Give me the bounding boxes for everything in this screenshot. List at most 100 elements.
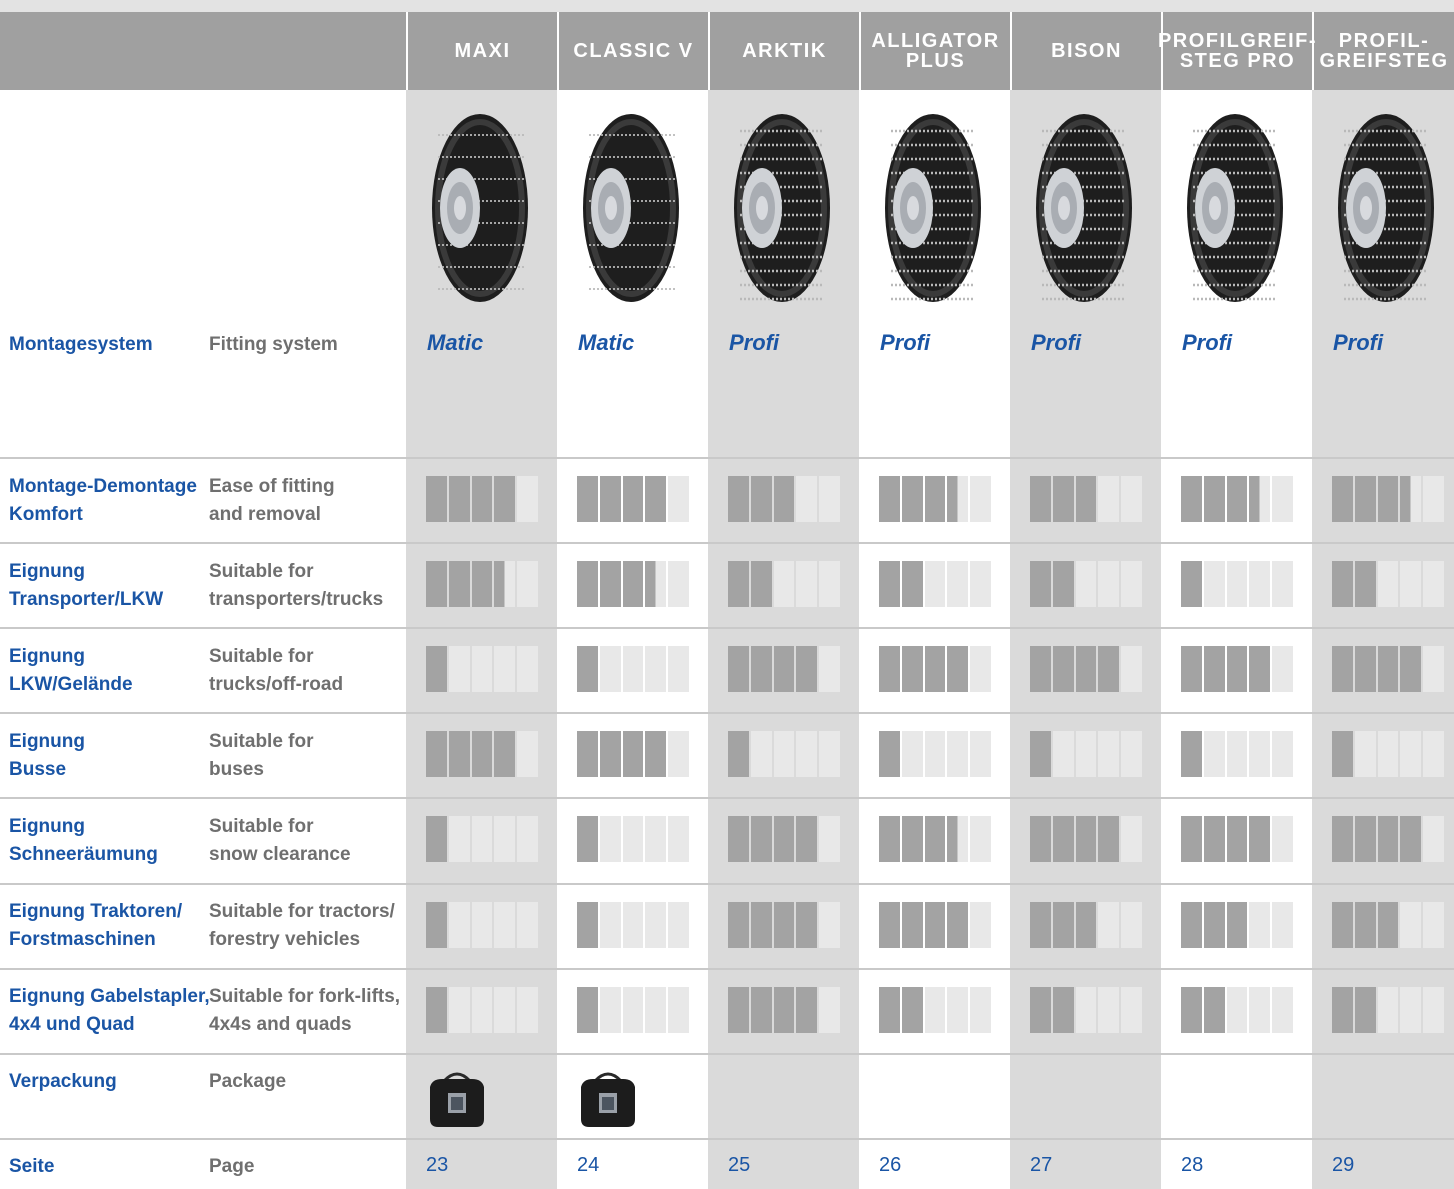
fitting-system-value: Matic [578,330,635,355]
page-number[interactable]: 28 [1181,1154,1203,1177]
rating-segment [773,987,795,1033]
rating-bar [1332,476,1444,522]
package-bag [426,1067,488,1134]
rating-segment [924,902,946,948]
rating-segment [1098,902,1120,948]
rating-bar [426,646,538,692]
row-label-tractors-de: Eignung Traktoren/ Forstmaschinen [9,901,183,950]
rating-segment [599,476,621,522]
rating-segment [668,731,689,777]
rating-segment [622,816,644,862]
rating-segment [1249,476,1271,522]
rating-segment [426,561,447,607]
row-label-package-de: Verpackung [9,1071,117,1092]
rating-segment [1249,987,1271,1033]
page-number[interactable]: 29 [1332,1154,1354,1177]
product-header: ALLIGATOR PLUS [859,12,1010,90]
row-label-transporters-en: Suitable for transporters/trucks [209,561,384,610]
rating-bar [1030,902,1142,948]
rating-segment [970,476,991,522]
rating-segment [577,476,598,522]
page-number[interactable]: 25 [728,1154,750,1177]
rating-bar [1030,987,1142,1033]
rating-segment [773,902,795,948]
rating-bar [879,646,991,692]
rating-segment [1377,646,1399,692]
rating-bar [1030,646,1142,692]
rating-segment [901,646,923,692]
row-divider [0,457,1454,459]
rating-segment [1181,561,1202,607]
rating-segment [728,646,749,692]
rating-segment [599,646,621,692]
rating-segment [1400,476,1422,522]
rating-bar [879,902,991,948]
rating-segment [1030,902,1051,948]
row-divider [0,1053,1454,1055]
rating-segment [1121,561,1142,607]
rating-segment [1181,476,1202,522]
tire-chain-image [885,114,981,302]
rating-segment [750,902,772,948]
rating-segment [645,476,667,522]
rating-segment [1098,731,1120,777]
rating-bar [1030,816,1142,862]
rating-segment [796,561,818,607]
rating-segment [819,816,840,862]
rating-segment [517,816,538,862]
rating-bar [1030,476,1142,522]
rating-segment [471,987,493,1033]
rating-segment [1249,561,1271,607]
rating-segment [924,646,946,692]
rating-segment [1377,476,1399,522]
rating-segment [1354,816,1376,862]
rating-segment [1098,987,1120,1033]
rating-segment [947,731,969,777]
rating-bar [1181,731,1293,777]
row-divider [0,712,1454,714]
rating-segment [924,561,946,607]
rating-segment [728,561,749,607]
rating-segment [494,902,516,948]
rating-segment [426,646,447,692]
tire-image-wrap [1181,108,1285,308]
rating-segment [577,731,598,777]
rating-segment [1030,816,1051,862]
page-number[interactable]: 26 [879,1154,901,1177]
rating-bar [426,902,538,948]
rating-segment [1098,816,1120,862]
page-number[interactable]: 23 [426,1154,448,1177]
rating-segment [1249,646,1271,692]
page-number[interactable]: 24 [577,1154,599,1177]
rating-segment [517,561,538,607]
rating-segment [622,561,644,607]
tire-chain-image [1338,114,1434,302]
rating-segment [1226,561,1248,607]
row-label-fitting-system-en: Fitting system [209,334,338,355]
rating-segment [622,902,644,948]
rating-segment [599,987,621,1033]
rating-segment [819,561,840,607]
rating-segment [622,646,644,692]
rating-bar [1030,561,1142,607]
rating-segment [494,646,516,692]
rating-segment [622,987,644,1033]
package-bag-image [430,1072,484,1127]
rating-segment [1121,646,1142,692]
rating-segment [1423,476,1444,522]
rating-segment [1423,731,1444,777]
rating-bar [728,476,840,522]
rating-segment [1423,987,1444,1033]
page-number[interactable]: 27 [1030,1154,1052,1177]
rating-segment [1030,646,1051,692]
row-label-fitting-system-de: Montagesystem [9,334,153,355]
rating-segment [1272,561,1293,607]
rating-segment [471,561,493,607]
row-label-tractors-en: Suitable for tractors/ forestry vehicles [209,901,395,950]
rating-segment [645,816,667,862]
rating-segment [1181,902,1202,948]
rating-segment [1203,902,1225,948]
rating-segment [599,816,621,862]
rating-segment [1272,731,1293,777]
rating-segment [1121,987,1142,1033]
